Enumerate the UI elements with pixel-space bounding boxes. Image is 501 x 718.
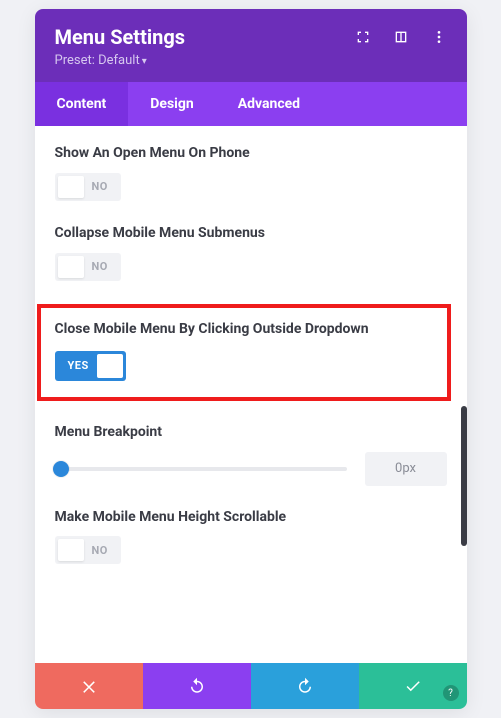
setting-menu-breakpoint: Menu Breakpoint 0px [55,423,447,486]
setting-label: Collapse Mobile Menu Submenus [55,224,447,243]
toggle-text: NO [84,544,118,557]
toggle-knob [58,256,84,278]
preset-label: Preset: Default [55,53,140,68]
undo-icon [188,677,206,695]
settings-content: Show An Open Menu On Phone NO Collapse M… [35,126,467,663]
slider-track [55,467,347,471]
tab-content[interactable]: Content [35,82,129,126]
setting-label: Show An Open Menu On Phone [55,144,447,163]
setting-show-open-menu-phone: Show An Open Menu On Phone NO [55,144,447,202]
toggle-close-outside[interactable]: YES [55,351,126,381]
kebab-icon[interactable] [431,29,447,45]
highlighted-setting: Close Mobile Menu By Clicking Outside Dr… [37,304,451,401]
panel-footer: ? [35,663,467,709]
header-top-row: Menu Settings [55,25,447,49]
tab-design[interactable]: Design [128,82,215,126]
setting-label: Close Mobile Menu By Clicking Outside Dr… [55,320,433,339]
toggle-height-scrollable[interactable]: NO [55,536,121,564]
redo-icon [296,677,314,695]
tab-bar: Content Design Advanced [35,82,467,126]
cancel-button[interactable] [35,663,143,709]
toggle-text: NO [84,260,118,273]
toggle-show-open-menu-phone[interactable]: NO [55,173,121,201]
preset-selector[interactable]: Preset: Default▾ [55,53,447,68]
toggle-knob [58,176,84,198]
tab-advanced[interactable]: Advanced [216,82,322,126]
panel-header: Menu Settings Preset: Default▾ [35,9,467,82]
check-icon [404,677,422,695]
toggle-knob [58,539,84,561]
help-icon[interactable]: ? [443,685,459,701]
breakpoint-value[interactable]: 0px [365,452,447,486]
breakpoint-slider[interactable] [55,459,347,479]
expand-icon[interactable] [355,29,371,45]
toggle-collapse-submenus[interactable]: NO [55,253,121,281]
header-icon-group [355,29,447,45]
toggle-text: NO [84,180,118,193]
close-icon [80,677,98,695]
toggle-knob [97,354,123,378]
scrollbar-thumb[interactable] [461,406,467,546]
setting-collapse-submenus: Collapse Mobile Menu Submenus NO [55,224,447,282]
chevron-down-icon: ▾ [142,56,147,67]
setting-label: Menu Breakpoint [55,423,447,442]
responsive-icon[interactable] [393,29,409,45]
toggle-text: YES [58,359,97,372]
undo-button[interactable] [143,663,251,709]
settings-panel: Menu Settings Preset: Default▾ Content D… [35,9,467,709]
save-button[interactable]: ? [359,663,467,709]
slider-thumb[interactable] [53,461,69,477]
redo-button[interactable] [251,663,359,709]
slider-row: 0px [55,452,447,486]
setting-label: Make Mobile Menu Height Scrollable [55,508,447,527]
panel-title: Menu Settings [55,25,186,49]
setting-height-scrollable: Make Mobile Menu Height Scrollable NO [55,508,447,566]
